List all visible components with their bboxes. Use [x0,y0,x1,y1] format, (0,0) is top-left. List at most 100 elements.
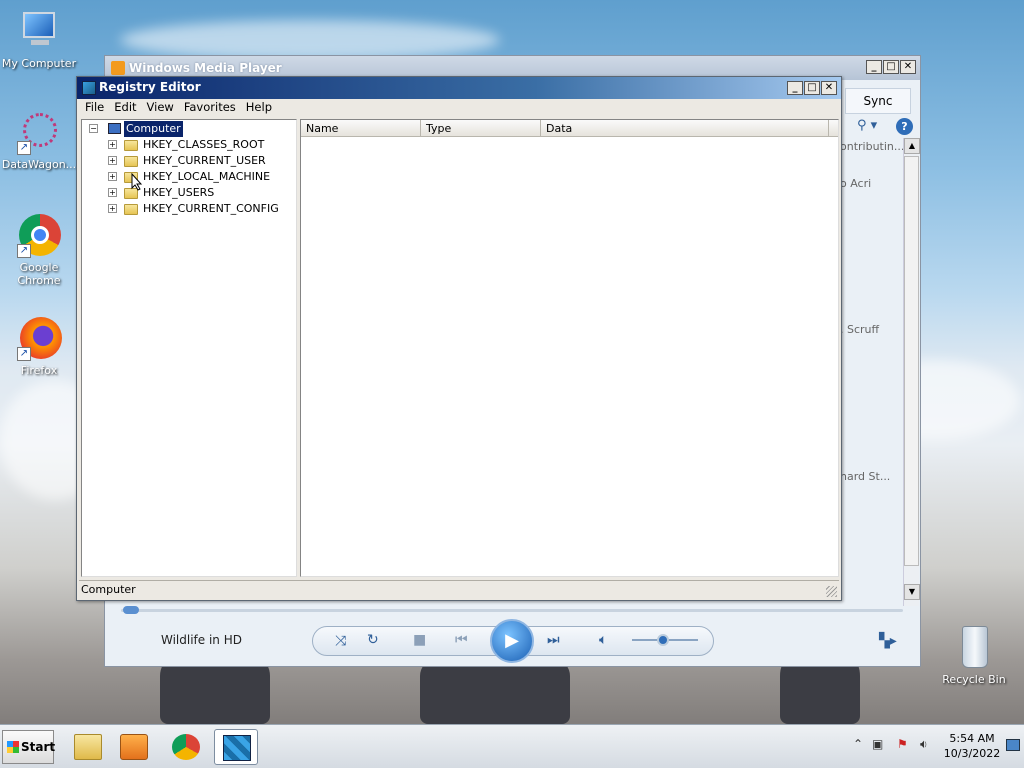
desktop-icon-label: DataWagon... [1,158,77,171]
registry-values-list[interactable]: Name Type Data [300,119,839,577]
column-header-type[interactable]: Type [421,120,541,137]
desktop-icon-google-chrome[interactable]: ↗ Google Chrome [0,214,79,287]
minimize-button[interactable]: _ [787,81,803,95]
desktop-icon-label: Google Chrome [17,261,61,287]
chrome-icon [172,734,200,760]
maximize-button[interactable]: □ [804,81,820,95]
previous-icon[interactable]: ⏮ [455,633,468,647]
folder-icon [124,204,138,215]
tree-label[interactable]: HKEY_CURRENT_CONFIG [141,201,281,217]
taskbar: Start ⌃ ▣ ⚑ 🔉︎ 5:54 AM 10/3/2022 [0,724,1024,768]
seek-handle[interactable] [123,606,139,614]
registry-editor-title: Registry Editor [99,80,201,94]
firefox-icon: ↗ [17,317,62,361]
media-player-title: Windows Media Player [129,61,282,75]
scroll-down-icon[interactable]: ▼ [904,584,920,600]
menu-view[interactable]: View [143,99,178,117]
expand-icon[interactable]: + [108,172,117,181]
switch-to-now-playing-icon[interactable]: ▚▸ [879,633,897,649]
chrome-icon: ↗ [17,214,61,258]
menu-file[interactable]: File [81,99,108,117]
menu-help[interactable]: Help [242,99,276,117]
collapse-icon[interactable]: − [89,124,98,133]
tree-item-computer[interactable]: − Computer [82,120,292,138]
show-desktop-button[interactable] [1006,739,1020,751]
expand-icon[interactable]: + [108,156,117,165]
media-player-icon [111,61,125,75]
desktop-icon-datawagon[interactable]: ↗ DataWagon... [0,111,79,171]
shuffle-icon[interactable]: ⤨ [335,634,346,648]
scroll-up-icon[interactable]: ▲ [904,138,920,154]
tab-sync[interactable]: Sync [845,88,911,114]
seek-bar[interactable] [121,609,903,612]
folder-icon [124,156,138,167]
menu-favorites[interactable]: Favorites [180,99,240,117]
column-header-data[interactable]: Data [541,120,829,137]
resize-grip-icon[interactable] [826,586,837,597]
help-icon[interactable]: ? [896,118,913,135]
tree-item-hkey-users[interactable]: + HKEY_USERS [82,185,292,201]
media-player-icon [120,734,148,760]
repeat-icon[interactable]: ↻ [367,633,379,647]
computer-icon [17,10,61,54]
minimize-button[interactable]: _ [866,60,882,74]
start-button[interactable]: Start [2,730,55,764]
expand-icon[interactable]: + [108,204,117,213]
clock-date: 10/3/2022 [943,747,1001,760]
desktop-icon-recycle-bin[interactable]: Recycle Bin [934,626,1014,686]
recycle-bin-icon [952,626,996,670]
maximize-button[interactable]: □ [883,60,899,74]
desktop-icon-label: My Computer [1,57,77,70]
close-button[interactable]: ✕ [900,60,916,74]
taskbar-explorer[interactable] [66,729,110,765]
shortcut-arrow-icon: ↗ [17,347,31,361]
computer-icon [108,123,121,134]
volume-icon[interactable]: 🔉︎ [920,737,928,752]
scrollbar-thumb[interactable] [904,156,919,566]
tree-label[interactable]: Computer [123,120,184,138]
registry-tree[interactable]: − Computer + HKEY_CLASSES_ROOT + HKEY_CU… [81,119,297,577]
registry-editor-icon [82,81,96,95]
taskbar-registry-editor[interactable] [214,729,258,765]
folder-icon [74,734,102,760]
action-center-icon[interactable]: ⚑ [897,737,908,751]
mute-icon[interactable]: 🔈︎ [599,633,607,647]
taskbar-chrome[interactable] [164,729,208,765]
expand-icon[interactable]: + [108,188,117,197]
volume-handle[interactable] [657,634,669,646]
tree-label[interactable]: HKEY_LOCAL_MACHINE [141,169,272,185]
close-button[interactable]: ✕ [821,81,837,95]
tree-label[interactable]: HKEY_CLASSES_ROOT [141,137,266,153]
system-clock[interactable]: 5:54 AM 10/3/2022 [936,731,1008,761]
search-icon[interactable]: ⚲ ▾ [857,118,877,133]
registry-editor-titlebar[interactable]: Registry Editor [77,77,841,99]
next-icon[interactable]: ⏭ [547,633,560,647]
menu-edit[interactable]: Edit [110,99,140,117]
tree-item-hkey-classes-root[interactable]: + HKEY_CLASSES_ROOT [82,137,292,153]
network-icon[interactable]: ▣ [872,737,883,751]
registry-editor-window[interactable]: Registry Editor _ □ ✕ File Edit View Fav… [76,76,842,601]
stop-icon[interactable]: ■ [413,633,426,647]
column-header-filler [829,120,838,137]
status-bar: Computer [79,580,839,599]
taskbar-media-player[interactable] [112,729,156,765]
expand-icon[interactable]: + [108,140,117,149]
windows-logo-icon [7,741,19,753]
tree-item-hkey-local-machine[interactable]: + HKEY_LOCAL_MACHINE [82,169,292,185]
show-hidden-icons-icon[interactable]: ⌃ [853,737,863,751]
column-header-name[interactable]: Name [301,120,421,137]
tree-item-hkey-current-user[interactable]: + HKEY_CURRENT_USER [82,153,292,169]
desktop-icon-my-computer[interactable]: My Computer [0,10,79,70]
registry-editor-icon [223,735,251,761]
library-scrollbar[interactable]: ▲ ▼ [903,138,920,606]
tree-label[interactable]: HKEY_USERS [141,185,216,201]
shortcut-arrow-icon: ↗ [17,244,31,258]
tree-item-hkey-current-config[interactable]: + HKEY_CURRENT_CONFIG [82,201,292,217]
tree-label[interactable]: HKEY_CURRENT_USER [141,153,268,169]
folder-icon [124,140,138,151]
desktop-icon-firefox[interactable]: ↗ Firefox [0,317,79,377]
play-button[interactable]: ▶ [490,619,534,663]
desktop-icon-label: Recycle Bin [942,673,1006,686]
status-path: Computer [81,583,136,596]
shortcut-arrow-icon: ↗ [17,141,31,155]
